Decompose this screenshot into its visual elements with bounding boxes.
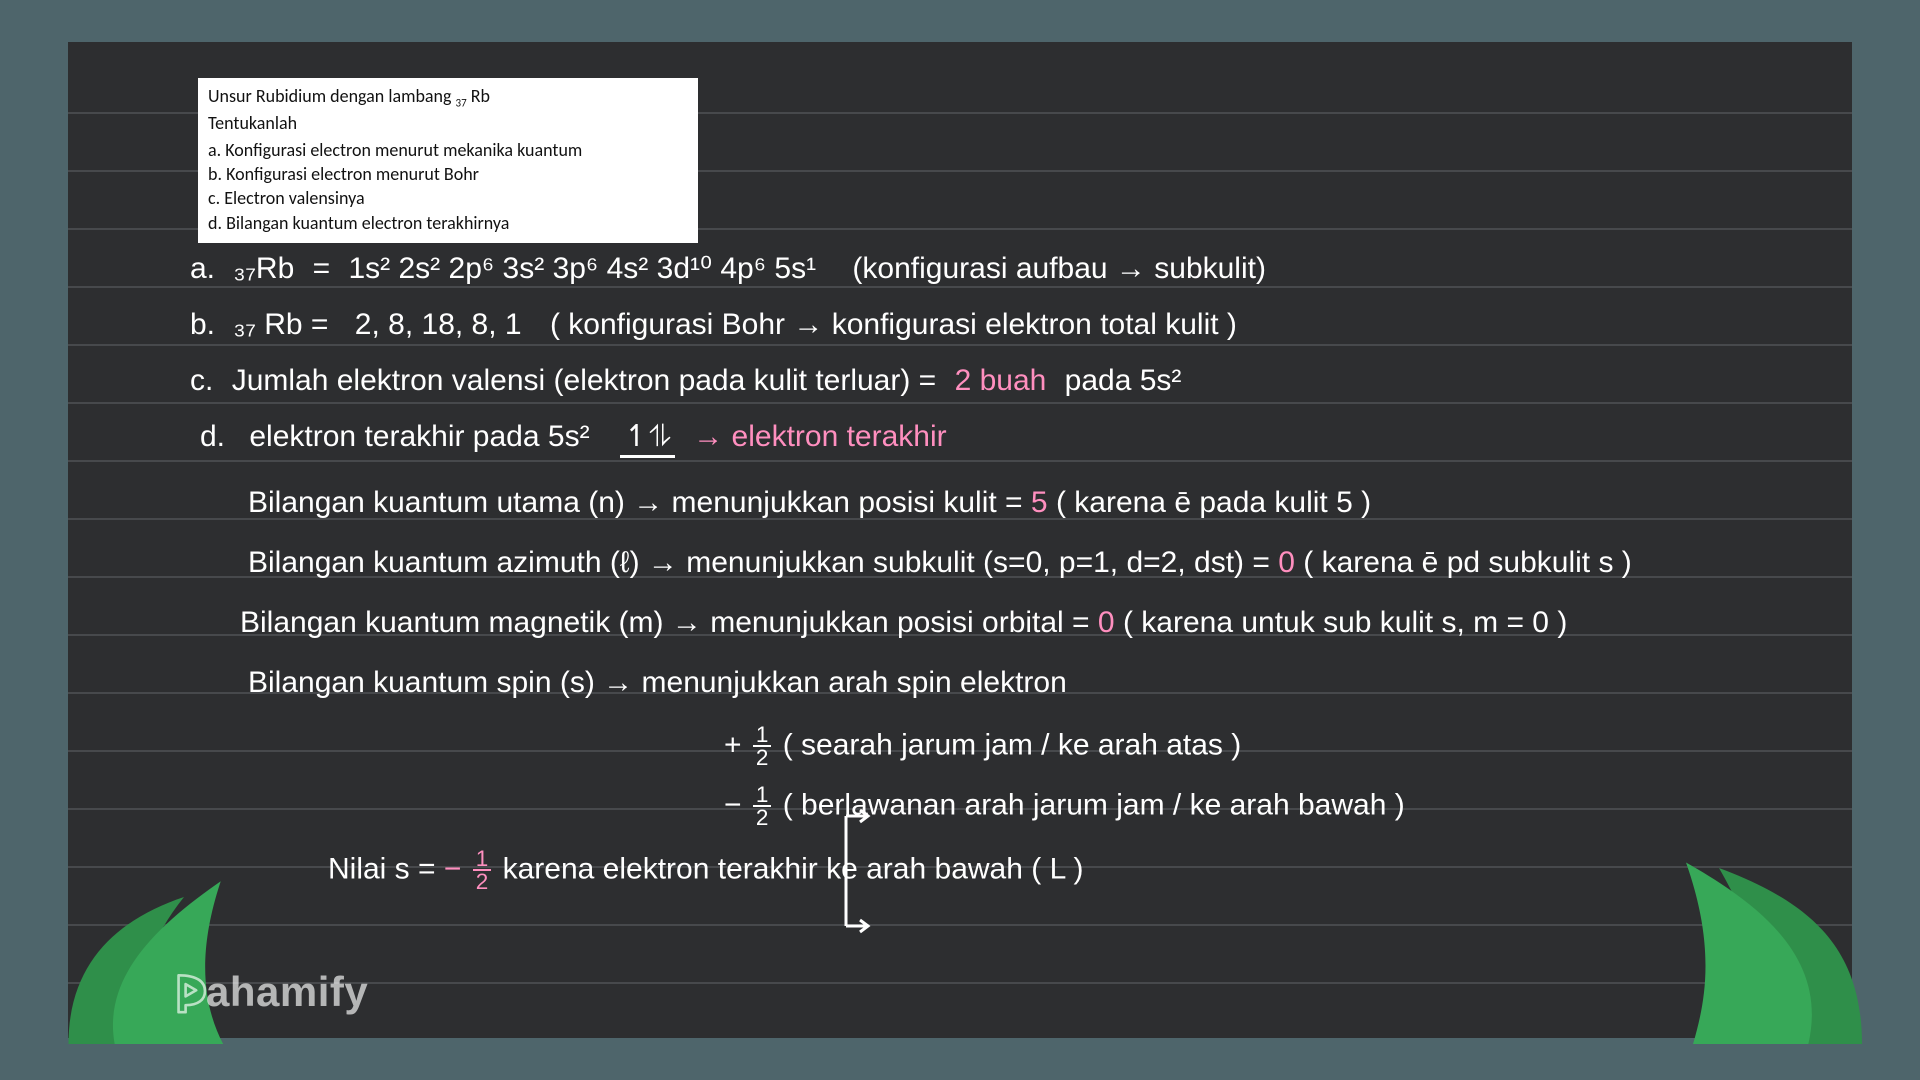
spin-minus-text: ( berlawanan arah jarum jam / ke arah ba… [783, 788, 1405, 821]
half-fraction-value: 1 2 [473, 848, 492, 893]
spin-plus-text: ( searah jarum jam / ke arah atas ) [783, 728, 1242, 761]
element-symbol: Rb [471, 85, 490, 107]
elektron-terakhir-note: → elektron terakhir [693, 420, 946, 453]
answer-a-symbol: ₃₇Rb [233, 252, 294, 285]
question-title: Unsur Rubidium dengan lambang 37 Rb [208, 84, 688, 111]
leaf-decor-right-icon [1642, 824, 1862, 1044]
quantum-s-line: Bilangan kuantum spin (s) → menunjukkan … [248, 666, 1067, 701]
spin-value-post: karena elektron terakhir ke arah bawah (… [503, 852, 1084, 885]
spin-plus-sign: + [724, 728, 742, 761]
outer-frame: Unsur Rubidium dengan lambang 37 Rb Tent… [0, 0, 1920, 1080]
question-item-a: a. Konfigurasi electron menurut mekanika… [208, 138, 688, 162]
answer-a: a. ₃₇Rb = 1s² 2s² 2p⁶ 3s² 3p⁶ 4s² 3d¹⁰ 4… [190, 252, 1266, 287]
question-item-b: b. Konfigurasi electron menurut Bohr [208, 162, 688, 186]
answer-b-config: 2, 8, 18, 8, 1 [355, 308, 522, 341]
quantum-n-line: Bilangan kuantum utama (n) → menunjukkan… [248, 486, 1371, 521]
answer-d-intro: elektron terakhir pada 5s² [249, 420, 589, 453]
answer-d-label: d. [200, 420, 225, 453]
answer-c-value: 2 buah [955, 364, 1047, 397]
spin-minus-line: − 1 2 ( berlawanan arah jarum jam / ke a… [724, 784, 1405, 829]
question-item-c: c. Electron valensinya [208, 186, 688, 210]
half-fraction-plus: 1 2 [753, 724, 772, 769]
question-card: Unsur Rubidium dengan lambang 37 Rb Tent… [198, 78, 698, 243]
quantum-s-text: Bilangan kuantum spin (s) → menunjukkan … [248, 666, 1067, 699]
quantum-l-value: 0 [1278, 546, 1295, 579]
question-item-d: d. Bilangan kuantum electron terakhirnya [208, 211, 688, 235]
answer-d: d. elektron terakhir pada 5s² ↿⥮ → elekt… [200, 420, 947, 455]
tentukanlah-label: Tentukanlah [208, 111, 688, 135]
spin-minus-sign: − [724, 788, 742, 821]
equals-sign: = [313, 252, 331, 285]
answer-b: b. ₃₇ Rb = 2, 8, 18, 8, 1 ( konfigurasi … [190, 308, 1237, 343]
blackboard: Unsur Rubidium dengan lambang 37 Rb Tent… [68, 42, 1852, 1038]
quantum-m-value: 0 [1098, 606, 1115, 639]
quantum-m-text: Bilangan kuantum magnetik (m) → menunjuk… [240, 606, 1098, 639]
answer-c: c. Jumlah elektron valensi (elektron pad… [190, 364, 1181, 399]
logo-text: ahamify [206, 968, 368, 1016]
quantum-l-line: Bilangan kuantum azimuth (ℓ) → menunjukk… [248, 546, 1632, 581]
quantum-m-line: Bilangan kuantum magnetik (m) → menunjuk… [240, 606, 1567, 641]
answer-c-text2: pada 5s² [1065, 364, 1182, 397]
answer-b-symbol: ₃₇ Rb = [233, 308, 328, 341]
question-list: a. Konfigurasi electron menurut mekanika… [208, 138, 688, 235]
quantum-n-value: 5 [1031, 486, 1048, 519]
answer-a-config: 1s² 2s² 2p⁶ 3s² 3p⁶ 4s² 3d¹⁰ 4p⁶ 5s¹ [348, 252, 816, 285]
answer-b-label: b. [190, 308, 215, 341]
quantum-l-text: Bilangan kuantum azimuth (ℓ) → menunjukk… [248, 546, 1278, 579]
quantum-l-tail: ( karena ē pd subkulit s ) [1303, 546, 1632, 579]
spin-value-line: Nilai s = − 1 2 karena elektron terakhir… [328, 848, 1083, 893]
answer-c-label: c. [190, 364, 213, 397]
spin-value-pre: Nilai s = [328, 852, 444, 885]
half-fraction-minus: 1 2 [753, 784, 772, 829]
quantum-n-text: Bilangan kuantum utama (n) → menunjukkan… [248, 486, 1031, 519]
spin-plus-line: + 1 2 ( searah jarum jam / ke arah atas … [724, 724, 1241, 769]
atomic-number: 37 [456, 97, 467, 110]
answer-a-label: a. [190, 252, 215, 285]
orbital-box: ↿⥮ [620, 420, 675, 458]
answer-b-note: ( konfigurasi Bohr → konfigurasi elektro… [550, 308, 1237, 341]
pahamify-logo: ahamify [168, 968, 368, 1016]
quantum-n-tail: ( karena ē pada kulit 5 ) [1056, 486, 1371, 519]
question-title-text: Unsur Rubidium dengan lambang [208, 85, 456, 107]
quantum-m-tail: ( karena untuk sub kulit s, m = 0 ) [1123, 606, 1567, 639]
spin-value-sign: − [444, 852, 462, 885]
answer-c-text1: Jumlah elektron valensi (elektron pada k… [232, 364, 937, 397]
answer-a-note: (konfigurasi aufbau → subkulit) [852, 252, 1266, 285]
